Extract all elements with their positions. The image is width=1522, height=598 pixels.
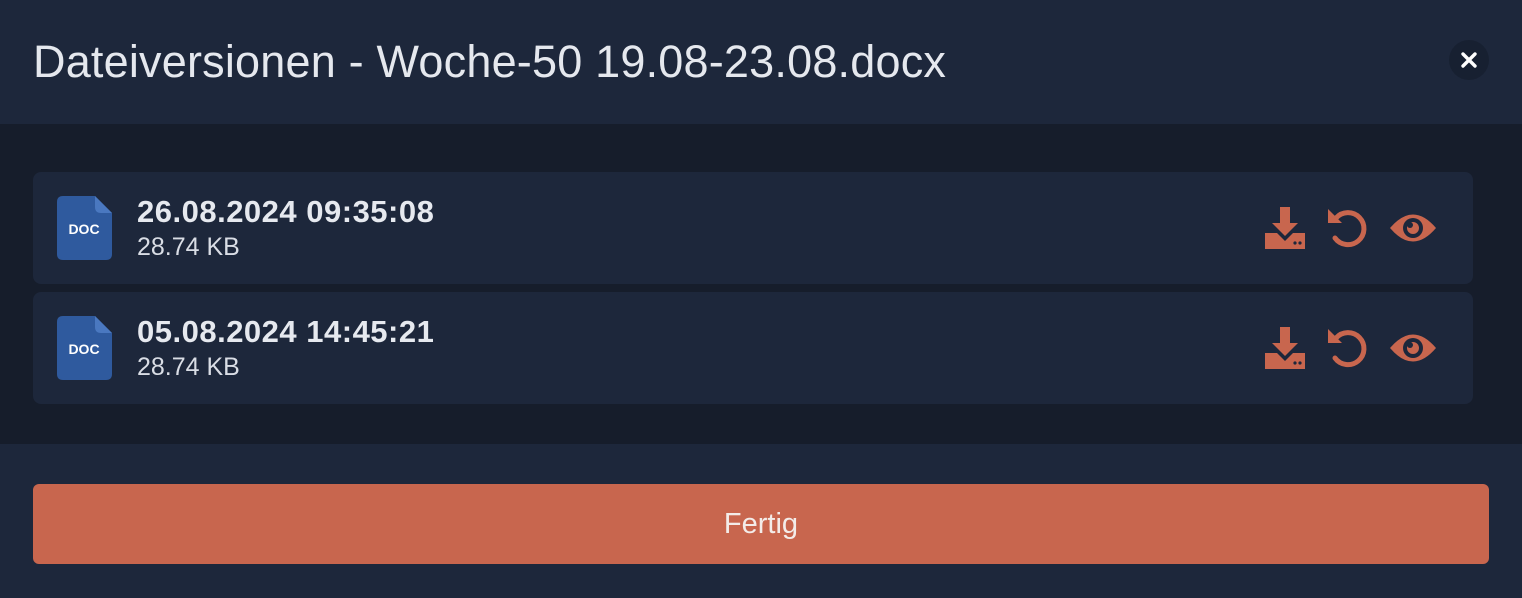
- close-button[interactable]: [1449, 40, 1489, 80]
- dialog-title: Dateiversionen - Woche-50 19.08-23.08.do…: [33, 36, 947, 87]
- download-icon: [1265, 327, 1305, 369]
- eye-icon: [1390, 214, 1436, 242]
- download-button[interactable]: [1261, 202, 1309, 254]
- view-button[interactable]: [1387, 322, 1439, 374]
- doc-file-icon: DOC: [57, 316, 112, 380]
- version-row: DOC 26.08.2024 09:35:08 28.74 KB: [33, 172, 1473, 284]
- version-row: DOC 05.08.2024 14:45:21 28.74 KB: [33, 292, 1473, 404]
- view-button[interactable]: [1387, 202, 1439, 254]
- download-button[interactable]: [1261, 322, 1309, 374]
- doc-badge-label: DOC: [68, 221, 99, 237]
- done-button[interactable]: Fertig: [33, 484, 1489, 564]
- download-icon: [1265, 207, 1305, 249]
- close-icon: [1461, 52, 1477, 68]
- version-timestamp: 26.08.2024 09:35:08: [137, 194, 435, 229]
- file-versions-dialog: Dateiversionen - Woche-50 19.08-23.08.do…: [0, 0, 1522, 598]
- dialog-header: Dateiversionen - Woche-50 19.08-23.08.do…: [0, 0, 1522, 124]
- eye-icon: [1390, 334, 1436, 362]
- restore-icon: [1328, 209, 1367, 248]
- version-size: 28.74 KB: [137, 233, 240, 261]
- version-list: DOC 26.08.2024 09:35:08 28.74 KB DOC 05.…: [0, 124, 1522, 444]
- version-timestamp: 05.08.2024 14:45:21: [137, 314, 435, 349]
- restore-button[interactable]: [1323, 322, 1371, 374]
- version-size: 28.74 KB: [137, 353, 240, 381]
- restore-button[interactable]: [1323, 202, 1371, 254]
- doc-file-icon: DOC: [57, 196, 112, 260]
- restore-icon: [1328, 329, 1367, 368]
- doc-badge-label: DOC: [68, 341, 99, 357]
